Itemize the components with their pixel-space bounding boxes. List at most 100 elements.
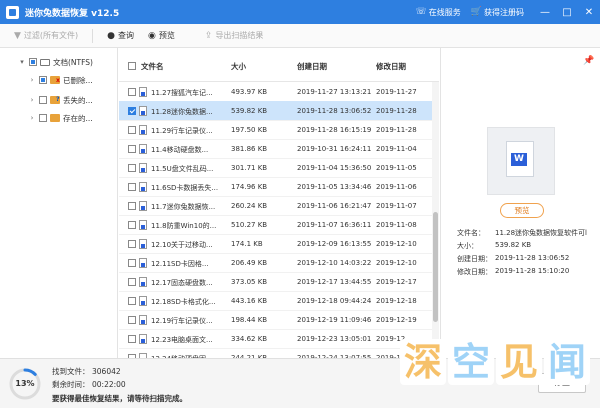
close-button[interactable]: ✕: [578, 0, 600, 24]
modified-date-cell: 2019-11-28: [376, 126, 417, 134]
file-name-cell: 12.11SD卡因格...: [151, 260, 209, 268]
table-row[interactable]: 12.11SD卡因格... 206.49 KB 2019-12-10 14:03:2…: [119, 253, 432, 273]
word-file-icon: [139, 220, 147, 230]
created-date-cell: 2019-11-28 16:15:19: [297, 126, 371, 134]
table-row[interactable]: 11.5U盘文件乱码... 301.71 KB 2019-11-04 15:36:5…: [119, 158, 432, 178]
eye-icon: ◉: [148, 30, 156, 41]
expand-arrow-icon[interactable]: ›: [28, 76, 36, 84]
online-service-link[interactable]: ☏ 在线服务: [416, 7, 461, 18]
row-checkbox[interactable]: [128, 202, 136, 210]
search-button[interactable]: ● 查询: [107, 24, 134, 48]
modified-date-cell: 2019-11-05: [376, 164, 417, 172]
row-checkbox[interactable]: [128, 126, 136, 134]
select-all-checkbox[interactable]: [128, 62, 136, 70]
word-document-icon: W: [506, 141, 534, 177]
column-header-created[interactable]: 创建日期: [297, 61, 327, 72]
filter-button[interactable]: ▼ 过滤(所有文件): [14, 24, 78, 48]
export-results-label: 导出扫描结果: [215, 31, 264, 40]
row-checkbox[interactable]: [128, 107, 136, 115]
tree-root[interactable]: ▾ 文档(NTFS): [18, 54, 93, 70]
table-row[interactable]: 12.19行车记录仪... 198.44 KB 2019-12-19 11:09:4…: [119, 310, 432, 330]
file-name-cell: 11.7迷你兔数据恢...: [151, 203, 216, 211]
get-code-link[interactable]: 🛒 获得注册码: [471, 7, 524, 18]
drive-icon: [40, 58, 50, 66]
row-checkbox[interactable]: [128, 164, 136, 172]
column-header-name[interactable]: 文件名: [141, 61, 164, 72]
info-filename-value: 11.28迷你兔数据恢复软件可l: [495, 229, 587, 237]
remaining-time-label: 剩余时间：: [52, 380, 90, 389]
file-name-cell: 12.19行车记录仪...: [151, 317, 213, 325]
table-row[interactable]: 12.10关于过移动... 174.1 KB 2019-12-09 16:13:55…: [119, 234, 432, 254]
vertical-scrollbar[interactable]: [432, 82, 439, 358]
row-checkbox[interactable]: [128, 88, 136, 96]
preview-button[interactable]: 预览: [500, 203, 544, 218]
table-row[interactable]: 11.4移动硬盘数... 381.86 KB 2019-10-31 16:24:11…: [119, 139, 432, 159]
created-date-cell: 2019-12-10 14:03:22: [297, 259, 371, 267]
tree-root-checkbox[interactable]: [29, 58, 37, 66]
row-checkbox[interactable]: [128, 145, 136, 153]
deleted-folder-icon: [50, 76, 60, 84]
info-size: 大小： 539.82 KB: [457, 241, 595, 252]
tree-item-existing-label: 存在的...: [63, 113, 93, 123]
watermark-char: 见: [496, 339, 542, 385]
table-row[interactable]: 12.24移动硬盘因...244.21 KB2019-12-24 13:07:5…: [119, 348, 432, 358]
folder-tree: ▾ 文档(NTFS) › 已删除... › 丢失的... › 存在的...: [0, 48, 118, 358]
table-row[interactable]: 11.28迷你兔数据... 539.82 KB 2019-11-28 13:06:5…: [119, 101, 432, 121]
get-code-label: 获得注册码: [484, 7, 524, 17]
info-created: 创建日期： 2019-11-28 13:06:52: [457, 254, 595, 265]
modified-date-cell: 2019-11-04: [376, 145, 417, 153]
modified-date-cell: 2019-11-28: [376, 107, 417, 115]
row-checkbox[interactable]: [128, 316, 136, 324]
table-row[interactable]: 11.7迷你兔数据恢... 260.24 KB 2019-11-06 16:21:4…: [119, 196, 432, 216]
filter-icon: ▼: [14, 30, 21, 41]
tree-item-lost[interactable]: › 丢失的...: [28, 92, 93, 108]
file-name-cell: 12.18SD卡格式化...: [151, 298, 216, 306]
column-header-modified[interactable]: 修改日期: [376, 61, 406, 72]
row-checkbox[interactable]: [128, 221, 136, 229]
minimize-button[interactable]: —: [534, 0, 556, 24]
file-name-cell: 11.28迷你兔数据...: [151, 108, 213, 116]
word-file-icon: [139, 334, 147, 344]
row-checkbox[interactable]: [128, 183, 136, 191]
word-file-icon: [139, 87, 147, 97]
file-size-cell: 174.1 KB: [231, 240, 263, 248]
table-row[interactable]: 11.29行车记录仪... 197.50 KB 2019-11-28 16:15:1…: [119, 120, 432, 140]
word-file-icon: [139, 258, 147, 268]
preview-thumbnail: W: [487, 127, 555, 195]
table-row[interactable]: 12.23电脑桌面文... 334.62 KB 2019-12-23 13:05:0…: [119, 329, 432, 349]
maximize-button[interactable]: □: [556, 0, 578, 24]
tree-item-lost-checkbox[interactable]: [39, 96, 47, 104]
word-file-icon: [139, 315, 147, 325]
row-checkbox[interactable]: [128, 259, 136, 267]
row-checkbox[interactable]: [128, 335, 136, 343]
export-results-button[interactable]: ⇪ 导出扫描结果: [205, 24, 264, 48]
preview-toolbar-button[interactable]: ◉ 预览: [148, 24, 175, 48]
tree-item-existing-checkbox[interactable]: [39, 114, 47, 122]
table-row[interactable]: 12.18SD卡格式化... 443.16 KB 2019-12-18 09:44:…: [119, 291, 432, 311]
tree-item-existing[interactable]: › 存在的...: [28, 110, 93, 126]
tree-item-deleted[interactable]: › 已删除...: [28, 72, 93, 88]
file-size-cell: 197.50 KB: [231, 126, 268, 134]
collapse-arrow-icon[interactable]: ▾: [18, 58, 26, 66]
table-row[interactable]: 11.27搜狐汽车记... 493.97 KB 2019-11-27 13:13:2…: [119, 82, 432, 102]
table-row[interactable]: 11.6SD卡数据丢失... 174.96 KB 2019-11-05 13:34:…: [119, 177, 432, 197]
scan-hint-message: 要获得最佳恢复结果，请等待扫描完成。: [52, 394, 187, 403]
tree-item-deleted-checkbox[interactable]: [39, 76, 47, 84]
watermark-char: 空: [448, 339, 494, 385]
info-created-label: 创建日期：: [457, 255, 492, 263]
expand-arrow-icon[interactable]: ›: [28, 96, 36, 104]
toolbar-divider: [92, 28, 94, 43]
scrollbar-thumb[interactable]: [433, 212, 438, 322]
row-checkbox[interactable]: [128, 240, 136, 248]
pin-icon[interactable]: 📌: [583, 56, 594, 66]
file-name-cell: 11.5U盘文件乱码...: [151, 165, 214, 173]
column-header-size[interactable]: 大小: [231, 61, 246, 72]
table-row[interactable]: 11.8防重Win10的... 510.27 KB 2019-11-07 16:36…: [119, 215, 432, 235]
table-row[interactable]: 12.17固态硬盘数... 373.05 KB 2019-12-17 13:44:5…: [119, 272, 432, 292]
row-checkbox[interactable]: [128, 278, 136, 286]
info-filename: 文件名： 11.28迷你兔数据恢复软件可l: [457, 228, 595, 239]
row-checkbox[interactable]: [128, 297, 136, 305]
expand-arrow-icon[interactable]: ›: [28, 114, 36, 122]
file-size-cell: 301.71 KB: [231, 164, 268, 172]
title-bar: 迷你兔数据恢复 v12.5 ☏ 在线服务 🛒 获得注册码 — □ ✕: [0, 0, 600, 24]
